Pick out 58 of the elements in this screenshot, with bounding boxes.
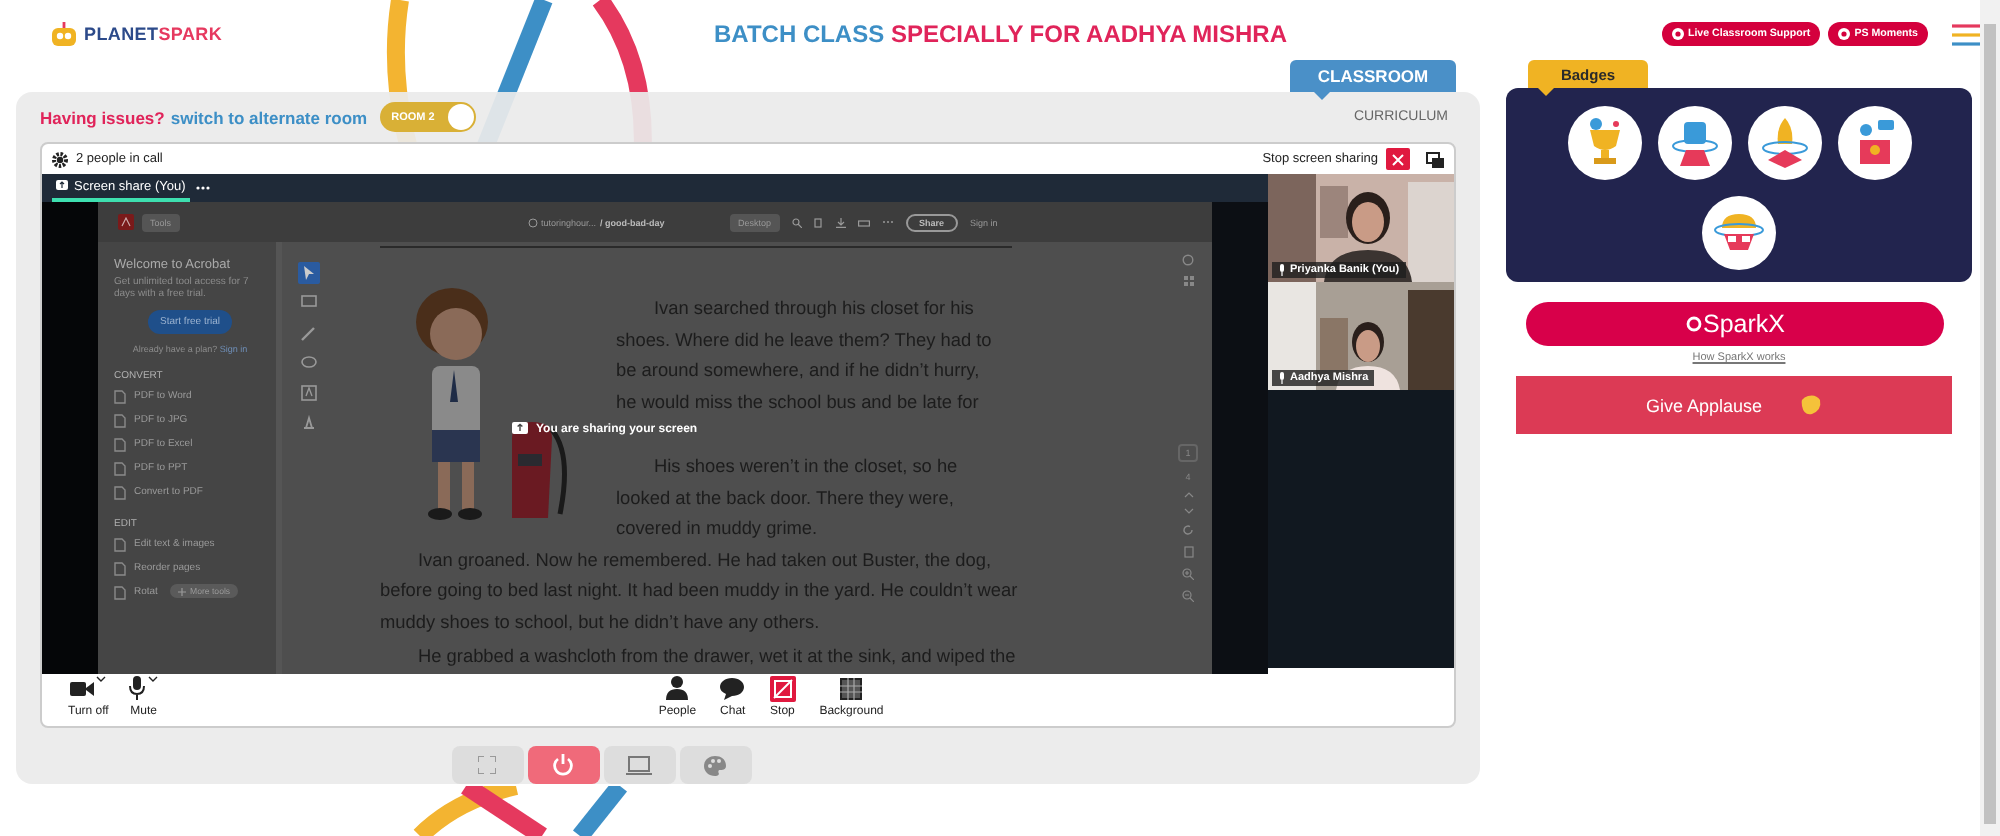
palette-icon (704, 755, 726, 775)
stop-sharing-button[interactable] (1386, 148, 1410, 170)
text-tool-icon[interactable] (298, 382, 320, 404)
scrollbar-thumb[interactable] (1984, 24, 1996, 824)
lasso-tool-icon[interactable] (298, 352, 320, 374)
issue-question: Having issues? (40, 107, 165, 127)
rotate-icon[interactable] (1182, 524, 1194, 536)
plus-icon (178, 587, 186, 595)
copy-icon[interactable] (813, 217, 824, 227)
settings-icon[interactable] (52, 151, 68, 167)
download-icon[interactable] (835, 217, 846, 227)
fullscreen-icon (478, 756, 496, 774)
power-button[interactable] (527, 746, 599, 784)
page-title: BATCH CLASS SPECIALLY FOR AADHYA MISHRA (714, 20, 1287, 48)
menu-icon[interactable] (1952, 23, 1980, 45)
screen-share-icon (512, 422, 528, 436)
window-switch-icon[interactable] (1426, 151, 1444, 167)
chevron-up-icon[interactable] (1183, 492, 1193, 498)
caret-icon[interactable] (96, 675, 107, 681)
stop-sharing-icon (769, 675, 796, 701)
sparkx-button[interactable]: SparkX (1526, 302, 1944, 346)
page-icon[interactable] (1183, 546, 1193, 558)
microphone-icon (1278, 264, 1286, 276)
brand-logo: PLANETSPARK (84, 24, 223, 44)
globe-icon (527, 217, 538, 227)
ring-icon (1685, 316, 1701, 332)
zoom-out-icon[interactable] (1182, 590, 1194, 602)
pen-tool-icon[interactable] (298, 322, 320, 344)
microphone-icon (1278, 372, 1286, 384)
record-icon (1838, 28, 1851, 40)
print-icon[interactable] (857, 217, 870, 227)
caret-icon[interactable] (148, 675, 159, 681)
zoom-in-icon[interactable] (1182, 568, 1194, 580)
power-icon (552, 754, 574, 776)
palette-button[interactable] (679, 746, 751, 784)
grid-icon[interactable] (1183, 276, 1193, 286)
microphone-icon (128, 676, 147, 700)
acrobat-logo-icon (118, 214, 134, 230)
comment-icon[interactable] (1182, 254, 1194, 266)
close-icon (1392, 153, 1404, 165)
give-applause-button[interactable]: Give Applause (1516, 376, 1952, 434)
podium-badge-icon (1837, 106, 1911, 180)
alternate-room-link[interactable]: switch to alternate room (170, 107, 368, 127)
record-icon (1671, 28, 1684, 40)
rocket-badge-icon (1747, 106, 1821, 180)
screen-share-icon (56, 180, 68, 192)
monitor-icon (626, 755, 652, 775)
trophy-badge-icon (1567, 106, 1641, 180)
screen-button[interactable] (603, 746, 675, 784)
grid-icon (840, 677, 863, 699)
chat-icon (720, 677, 745, 699)
camera-icon (70, 679, 95, 697)
stamp-tool-icon[interactable] (298, 412, 320, 434)
robot-logo-icon (50, 21, 78, 47)
person-icon (666, 676, 689, 700)
search-icon[interactable] (791, 217, 802, 227)
select-tool-icon[interactable] (298, 262, 320, 284)
chevron-down-icon[interactable] (1183, 508, 1193, 514)
